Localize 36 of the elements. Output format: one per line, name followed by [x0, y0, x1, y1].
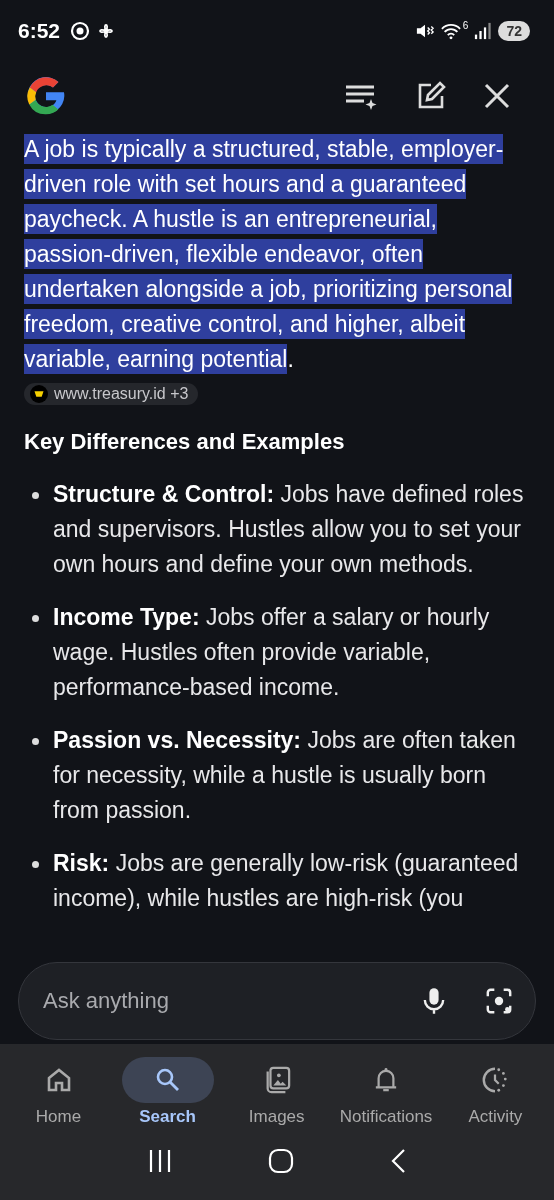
home-icon [45, 1067, 72, 1093]
camera-search-icon[interactable] [485, 987, 513, 1015]
nav-tab[interactable]: Notifications [339, 1057, 433, 1127]
microphone-icon[interactable] [423, 987, 445, 1015]
status-time: 6:52 [18, 19, 61, 43]
bullet-dot [32, 861, 39, 868]
battery-indicator: 72 [498, 21, 530, 41]
target-icon [70, 21, 91, 41]
edit-icon[interactable] [416, 81, 446, 111]
search-icon [154, 1067, 181, 1093]
activity-icon [481, 1066, 510, 1094]
mute-icon [414, 22, 435, 40]
bullet-text: Passion vs. Necessity: Jobs are often taken for necessity, while a hustle is usually born from passion. [53, 726, 517, 825]
signal-icon [474, 22, 493, 40]
bullet-text: Risk: Jobs are generally low-risk (guaranteed income), while hustles are high-risk (you [53, 849, 520, 913]
wifi-label: 6 [462, 20, 469, 31]
bell-icon [374, 1066, 399, 1094]
recents-icon[interactable] [148, 1148, 172, 1174]
answer-paragraph: A job is typically a structured, stable, employer-driven role with set hours and a guaranteed paycheck. A hustle is an entrepreneurial, passion-driven, flexible endeavor, often undertaken alongside a job, prioritizing personal freedom, creative control, and higher, albeit variable, earning potential. [24, 133, 514, 376]
close-icon[interactable] [484, 83, 510, 109]
source-logo-icon [30, 385, 48, 403]
nav-tab[interactable]: Images [230, 1057, 323, 1127]
back-icon[interactable] [390, 1148, 406, 1174]
bullet-text: Income Type: Jobs offer a salary or hourly wage. Hustles often provide variable, performance-based income. [53, 603, 491, 702]
source-chip[interactable]: www.treasury.id +3 [24, 383, 199, 405]
bullet-dot [32, 615, 39, 622]
source-label: www.treasury.id +3 [54, 385, 189, 403]
nav-tab[interactable]: Home [12, 1057, 105, 1127]
bullet-dot [32, 492, 39, 499]
section-heading: Key Differences and Examples [24, 429, 346, 455]
bullet-text: Structure & Control: Jobs have defined roles and supervisors. Hustles allow you to set your own hours and define your own methods. [53, 480, 525, 579]
search-input[interactable]: Ask anything [41, 987, 383, 1015]
home-button-icon[interactable] [268, 1148, 294, 1174]
nav-tab[interactable]: Activity [449, 1057, 542, 1127]
bullet-dot [32, 738, 39, 745]
wifi-icon [440, 22, 461, 40]
